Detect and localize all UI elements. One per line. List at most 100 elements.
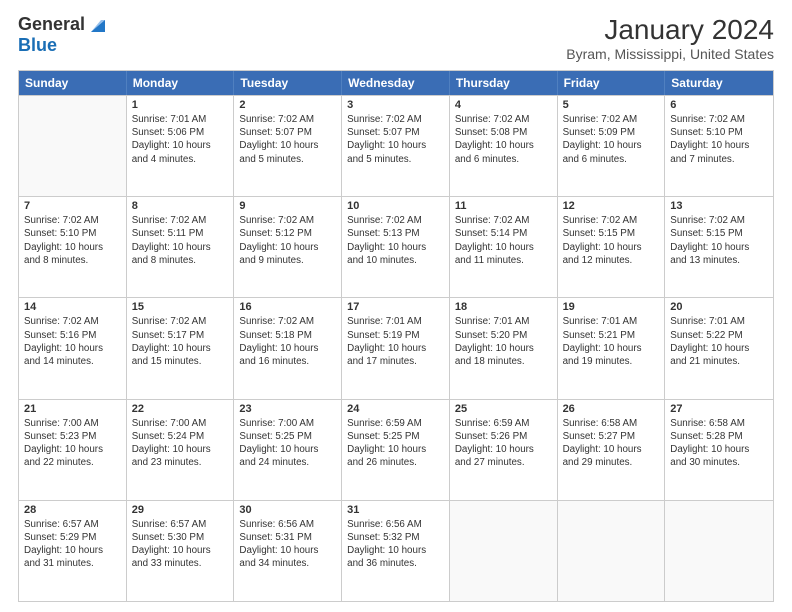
calendar-cell: 17 Sunrise: 7:01 AM Sunset: 5:19 PM Dayli… (342, 298, 450, 398)
day-number: 4 (455, 99, 552, 111)
day-number: 16 (239, 301, 336, 313)
calendar-header-cell: Friday (558, 71, 666, 95)
cell-info: Sunrise: 6:57 AM Sunset: 5:29 PM Dayligh… (24, 518, 121, 571)
logo: General Blue (18, 14, 109, 56)
cell-info: Sunrise: 7:01 AM Sunset: 5:06 PM Dayligh… (132, 113, 229, 166)
cell-info: Sunrise: 7:02 AM Sunset: 5:13 PM Dayligh… (347, 214, 444, 267)
calendar-cell: 29 Sunrise: 6:57 AM Sunset: 5:30 PM Dayli… (127, 501, 235, 601)
page: General Blue January 2024 Byram, Mississ… (0, 0, 792, 612)
day-number: 2 (239, 99, 336, 111)
calendar-week-row: 7 Sunrise: 7:02 AM Sunset: 5:10 PM Daylig… (19, 196, 773, 297)
cell-info: Sunrise: 7:02 AM Sunset: 5:11 PM Dayligh… (132, 214, 229, 267)
day-number: 13 (670, 200, 768, 212)
calendar-cell: 27 Sunrise: 6:58 AM Sunset: 5:28 PM Dayli… (665, 400, 773, 500)
cell-info: Sunrise: 7:02 AM Sunset: 5:14 PM Dayligh… (455, 214, 552, 267)
logo-blue: Blue (18, 35, 57, 55)
calendar-header-cell: Sunday (19, 71, 127, 95)
cell-info: Sunrise: 7:02 AM Sunset: 5:07 PM Dayligh… (239, 113, 336, 166)
cell-info: Sunrise: 7:02 AM Sunset: 5:07 PM Dayligh… (347, 113, 444, 166)
cell-info: Sunrise: 6:58 AM Sunset: 5:28 PM Dayligh… (670, 417, 768, 470)
day-number: 3 (347, 99, 444, 111)
logo-icon (87, 14, 109, 36)
calendar: SundayMondayTuesdayWednesdayThursdayFrid… (18, 70, 774, 602)
day-number: 18 (455, 301, 552, 313)
day-number: 25 (455, 403, 552, 415)
calendar-cell (665, 501, 773, 601)
calendar-cell: 19 Sunrise: 7:01 AM Sunset: 5:21 PM Dayli… (558, 298, 666, 398)
cell-info: Sunrise: 7:02 AM Sunset: 5:15 PM Dayligh… (563, 214, 660, 267)
cell-info: Sunrise: 7:00 AM Sunset: 5:23 PM Dayligh… (24, 417, 121, 470)
cell-info: Sunrise: 7:02 AM Sunset: 5:16 PM Dayligh… (24, 315, 121, 368)
calendar-cell: 9Sunrise: 7:02 AM Sunset: 5:12 PM Daylig… (234, 197, 342, 297)
day-number: 11 (455, 200, 552, 212)
calendar-header-cell: Tuesday (234, 71, 342, 95)
cell-info: Sunrise: 7:02 AM Sunset: 5:15 PM Dayligh… (670, 214, 768, 267)
day-number: 23 (239, 403, 336, 415)
calendar-cell: 30 Sunrise: 6:56 AM Sunset: 5:31 PM Dayli… (234, 501, 342, 601)
day-number: 12 (563, 200, 660, 212)
cell-info: Sunrise: 6:56 AM Sunset: 5:32 PM Dayligh… (347, 518, 444, 571)
calendar-cell: 31 Sunrise: 6:56 AM Sunset: 5:32 PM Dayli… (342, 501, 450, 601)
calendar-week-row: 14 Sunrise: 7:02 AM Sunset: 5:16 PM Dayli… (19, 297, 773, 398)
calendar-cell: 26Sunrise: 6:58 AM Sunset: 5:27 PM Dayli… (558, 400, 666, 500)
logo-general: General (18, 15, 85, 35)
day-number: 9 (239, 200, 336, 212)
calendar-cell: 25 Sunrise: 6:59 AM Sunset: 5:26 PM Dayli… (450, 400, 558, 500)
calendar-cell: 10 Sunrise: 7:02 AM Sunset: 5:13 PM Dayli… (342, 197, 450, 297)
calendar-header-cell: Monday (127, 71, 235, 95)
cell-info: Sunrise: 7:02 AM Sunset: 5:10 PM Dayligh… (670, 113, 768, 166)
cell-info: Sunrise: 6:59 AM Sunset: 5:26 PM Dayligh… (455, 417, 552, 470)
calendar-cell: 23 Sunrise: 7:00 AM Sunset: 5:25 PM Dayli… (234, 400, 342, 500)
day-number: 17 (347, 301, 444, 313)
cell-info: Sunrise: 6:56 AM Sunset: 5:31 PM Dayligh… (239, 518, 336, 571)
calendar-cell: 2 Sunrise: 7:02 AM Sunset: 5:07 PM Daylig… (234, 96, 342, 196)
day-number: 30 (239, 504, 336, 516)
day-number: 22 (132, 403, 229, 415)
calendar-cell: 14 Sunrise: 7:02 AM Sunset: 5:16 PM Dayli… (19, 298, 127, 398)
calendar-cell: 20 Sunrise: 7:01 AM Sunset: 5:22 PM Dayli… (665, 298, 773, 398)
day-number: 20 (670, 301, 768, 313)
day-number: 15 (132, 301, 229, 313)
day-number: 31 (347, 504, 444, 516)
cell-info: Sunrise: 7:02 AM Sunset: 5:08 PM Dayligh… (455, 113, 552, 166)
calendar-cell: 8Sunrise: 7:02 AM Sunset: 5:11 PM Daylig… (127, 197, 235, 297)
day-number: 5 (563, 99, 660, 111)
day-number: 29 (132, 504, 229, 516)
cell-info: Sunrise: 7:01 AM Sunset: 5:19 PM Dayligh… (347, 315, 444, 368)
day-number: 7 (24, 200, 121, 212)
calendar-cell (450, 501, 558, 601)
day-number: 27 (670, 403, 768, 415)
day-number: 19 (563, 301, 660, 313)
day-number: 21 (24, 403, 121, 415)
cell-info: Sunrise: 7:02 AM Sunset: 5:17 PM Dayligh… (132, 315, 229, 368)
calendar-cell: 13 Sunrise: 7:02 AM Sunset: 5:15 PM Dayli… (665, 197, 773, 297)
calendar-cell (19, 96, 127, 196)
calendar-cell: 4 Sunrise: 7:02 AM Sunset: 5:08 PM Daylig… (450, 96, 558, 196)
day-number: 1 (132, 99, 229, 111)
calendar-cell: 5Sunrise: 7:02 AM Sunset: 5:09 PM Daylig… (558, 96, 666, 196)
calendar-cell: 12 Sunrise: 7:02 AM Sunset: 5:15 PM Dayli… (558, 197, 666, 297)
calendar-body: 1 Sunrise: 7:01 AM Sunset: 5:06 PM Daylig… (19, 95, 773, 601)
day-number: 14 (24, 301, 121, 313)
calendar-cell (558, 501, 666, 601)
calendar-header-cell: Saturday (665, 71, 773, 95)
calendar-cell: 1 Sunrise: 7:01 AM Sunset: 5:06 PM Daylig… (127, 96, 235, 196)
calendar-cell: 15 Sunrise: 7:02 AM Sunset: 5:17 PM Dayli… (127, 298, 235, 398)
cell-info: Sunrise: 7:00 AM Sunset: 5:25 PM Dayligh… (239, 417, 336, 470)
cell-info: Sunrise: 7:01 AM Sunset: 5:22 PM Dayligh… (670, 315, 768, 368)
day-number: 10 (347, 200, 444, 212)
cell-info: Sunrise: 7:02 AM Sunset: 5:10 PM Dayligh… (24, 214, 121, 267)
calendar-cell: 6Sunrise: 7:02 AM Sunset: 5:10 PM Daylig… (665, 96, 773, 196)
calendar-week-row: 28 Sunrise: 6:57 AM Sunset: 5:29 PM Dayli… (19, 500, 773, 601)
cell-info: Sunrise: 7:01 AM Sunset: 5:21 PM Dayligh… (563, 315, 660, 368)
calendar-cell: 16Sunrise: 7:02 AM Sunset: 5:18 PM Dayli… (234, 298, 342, 398)
calendar-header-cell: Thursday (450, 71, 558, 95)
cell-info: Sunrise: 6:59 AM Sunset: 5:25 PM Dayligh… (347, 417, 444, 470)
calendar-cell: 24 Sunrise: 6:59 AM Sunset: 5:25 PM Dayli… (342, 400, 450, 500)
calendar-cell: 28 Sunrise: 6:57 AM Sunset: 5:29 PM Dayli… (19, 501, 127, 601)
day-number: 24 (347, 403, 444, 415)
cell-info: Sunrise: 6:57 AM Sunset: 5:30 PM Dayligh… (132, 518, 229, 571)
day-number: 28 (24, 504, 121, 516)
header: General Blue January 2024 Byram, Mississ… (18, 14, 774, 62)
calendar-cell: 22Sunrise: 7:00 AM Sunset: 5:24 PM Dayli… (127, 400, 235, 500)
